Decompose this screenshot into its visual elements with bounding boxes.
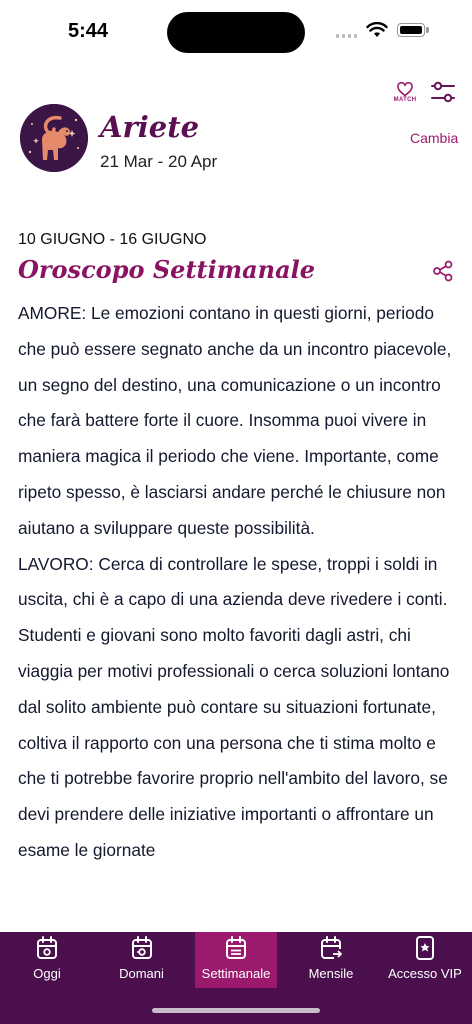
- love-paragraph: AMORE: Le emozioni contano in questi gio…: [18, 303, 452, 538]
- share-icon[interactable]: [432, 260, 454, 282]
- week-range: 10 GIUGNO - 16 GIUGNO: [18, 231, 207, 248]
- dynamic-island: [167, 12, 305, 53]
- calendar-next-icon: [131, 936, 152, 959]
- work-paragraph: LAVORO: Cerca di controllare le spese, t…: [18, 553, 450, 860]
- aries-ram-icon: [20, 104, 88, 172]
- status-bar: 5:44: [0, 0, 472, 64]
- tab-oggi[interactable]: Oggi: [0, 932, 94, 988]
- tab-mensile[interactable]: Mensile: [284, 932, 378, 988]
- tab-domani[interactable]: Domani: [94, 932, 189, 988]
- signal-icon: [336, 34, 357, 38]
- status-time: 5:44: [68, 20, 109, 42]
- calendar-day-icon: [37, 936, 57, 959]
- tab-label: Settimanale: [201, 966, 271, 981]
- tab-settimanale[interactable]: Settimanale: [195, 932, 277, 988]
- sign-dates: 21 Mar - 20 Apr: [100, 152, 218, 171]
- battery-icon: [397, 23, 429, 37]
- home-indicator: [152, 1008, 320, 1013]
- tab-label: Oggi: [33, 966, 61, 981]
- aries-sign-avatar: [20, 104, 88, 172]
- wifi-icon: [366, 22, 388, 37]
- vip-card-icon: [416, 936, 434, 960]
- calendar-arrow-icon: [321, 936, 342, 959]
- section-title: Oroscopo Settimanale: [18, 255, 316, 284]
- tab-label: Accesso VIP: [388, 966, 462, 981]
- change-sign-link[interactable]: Cambia: [410, 130, 458, 146]
- calendar-week-icon: [226, 936, 246, 959]
- tab-accesso-vip[interactable]: Accesso VIP: [378, 932, 472, 988]
- tab-label: Domani: [119, 966, 164, 981]
- tab-bar: Oggi Domani Settimanale Mensile Accesso …: [0, 932, 472, 1024]
- horoscope-text: AMORE: Le emozioni contano in questi gio…: [18, 296, 460, 920]
- heart-icon: [397, 82, 413, 97]
- filter-settings-icon[interactable]: [430, 80, 456, 104]
- sign-name: Ariete: [100, 110, 200, 144]
- scroll-fade: [0, 890, 472, 932]
- match-label: MATCH: [393, 97, 417, 103]
- tab-label: Mensile: [308, 966, 354, 981]
- match-button[interactable]: MATCH: [391, 80, 419, 106]
